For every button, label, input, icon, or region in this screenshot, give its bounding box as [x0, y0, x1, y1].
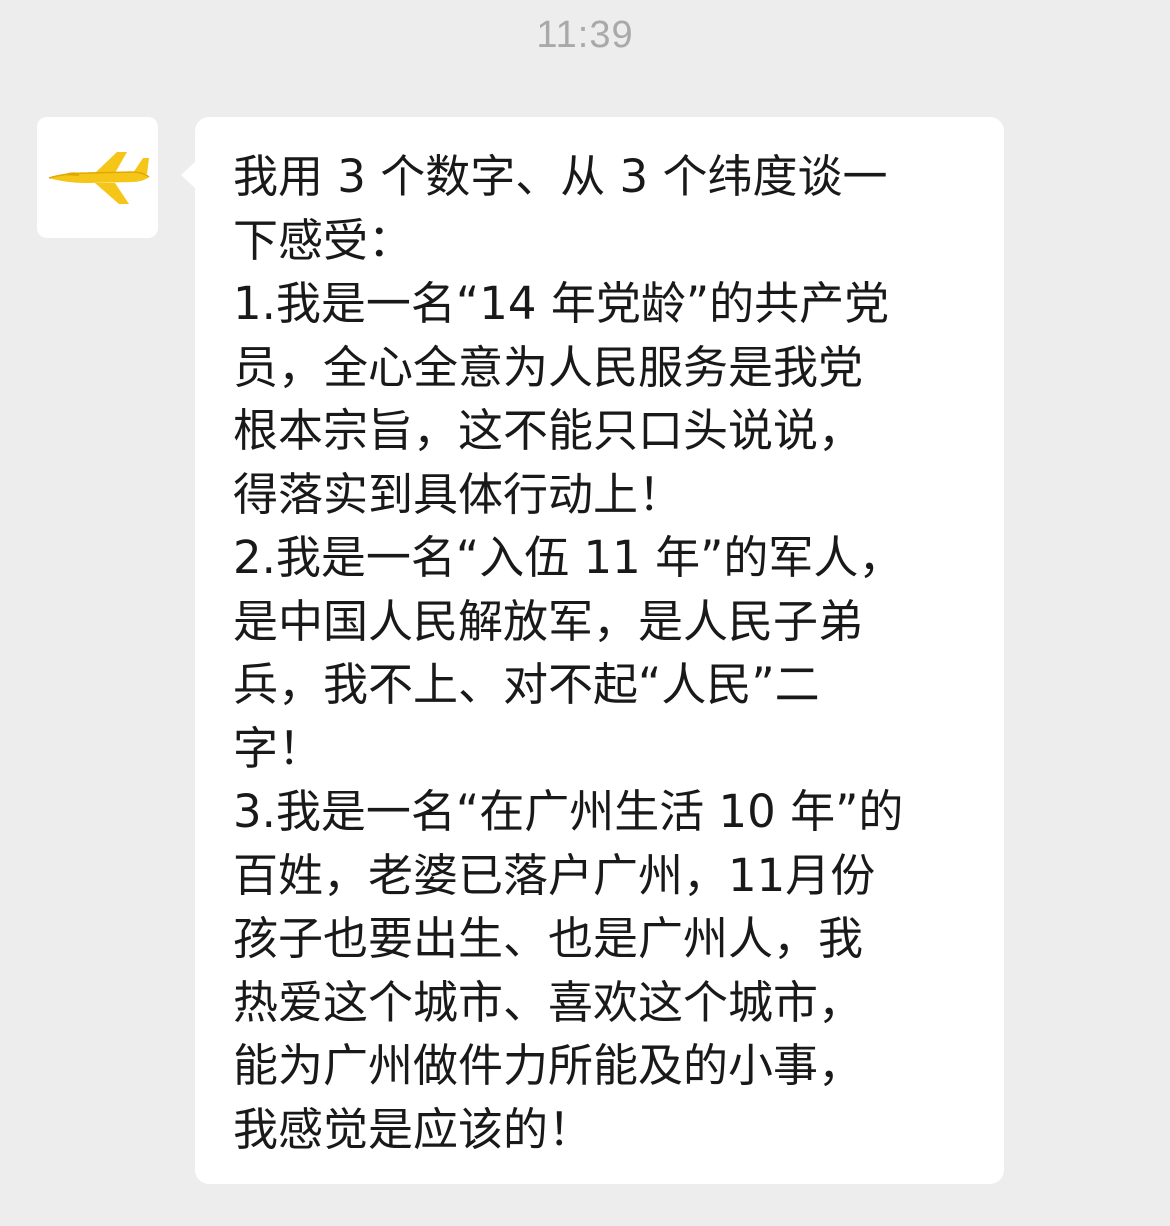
message-timestamp: 11:39	[536, 14, 634, 56]
message-text: 我用 3 个数字、从 3 个纬度谈一 下感受： 1.我是一名“14 年党龄”的共…	[233, 150, 904, 1156]
bubble-tail	[181, 161, 196, 189]
sender-avatar[interactable]	[37, 117, 158, 238]
airplane-icon	[43, 146, 153, 210]
message-bubble[interactable]: 我用 3 个数字、从 3 个纬度谈一 下感受： 1.我是一名“14 年党龄”的共…	[181, 117, 1004, 1184]
